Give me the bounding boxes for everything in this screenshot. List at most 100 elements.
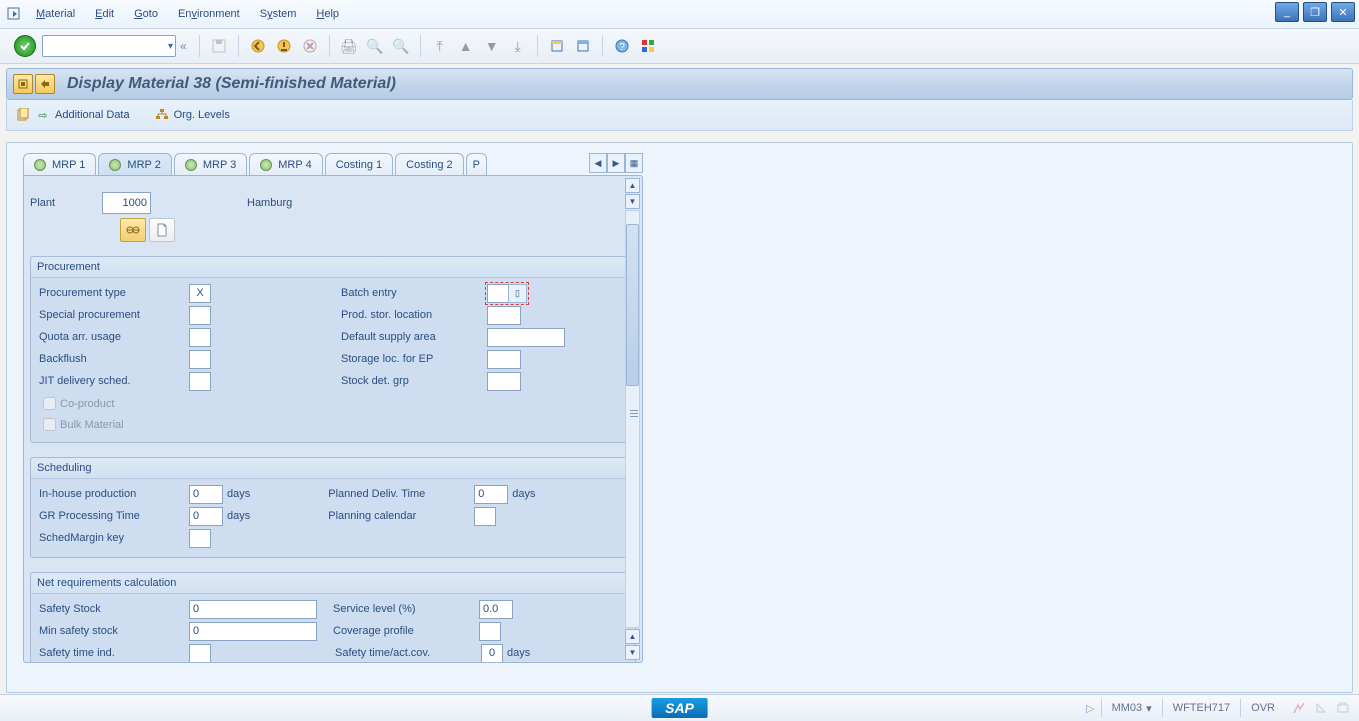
special-procurement-input[interactable] [189, 306, 211, 325]
title-btn-1[interactable] [13, 74, 33, 94]
tab-mrp1[interactable]: MRP 1 [23, 153, 96, 175]
arrow-right-icon[interactable]: ⇨ [35, 107, 51, 123]
scroll-down-button-2[interactable]: ▼ [625, 645, 640, 660]
new-session-icon[interactable] [546, 35, 568, 57]
service-level-input[interactable] [479, 600, 513, 619]
application-toolbar: ⇨ Additional Data Org. Levels [6, 100, 1353, 131]
unit-label: days [227, 510, 250, 522]
svg-text:?: ? [619, 42, 625, 53]
field-label: Batch entry [341, 287, 487, 299]
schedmargin-key-input[interactable] [189, 529, 211, 548]
splitter-grip-icon[interactable] [627, 406, 640, 420]
stock-det-grp-input[interactable] [487, 372, 521, 391]
field-label: In-house production [39, 488, 189, 500]
window-restore-button[interactable]: ❐ [1303, 2, 1327, 22]
field-label: Stock det. grp [341, 375, 487, 387]
find-next-icon[interactable]: 🔍 [390, 35, 412, 57]
find-icon[interactable]: 🔍 [364, 35, 386, 57]
group-procurement: Procurement Procurement type Batch entry… [30, 256, 636, 443]
field-label: SchedMargin key [39, 532, 189, 544]
safety-time-act-cov-input[interactable] [481, 644, 503, 663]
enter-button[interactable] [14, 35, 36, 57]
jit-delivery-sched-input[interactable] [189, 372, 211, 391]
window-minimize-button[interactable]: _ [1275, 2, 1299, 22]
batch-entry-input[interactable] [487, 284, 509, 303]
shortcut-icon[interactable] [572, 35, 594, 57]
help-icon[interactable]: ? [611, 35, 633, 57]
menu-goto[interactable]: Goto [130, 6, 162, 22]
scrollbar-thumb[interactable] [626, 224, 639, 386]
tab-mrp2[interactable]: MRP 2 [98, 153, 171, 175]
first-page-icon[interactable]: ⤒ [429, 35, 451, 57]
last-page-icon[interactable]: ⤓ [507, 35, 529, 57]
menu-material[interactable]: Material [32, 6, 79, 22]
scroll-up-button-2[interactable]: ▼ [625, 194, 640, 209]
default-supply-area-input[interactable] [487, 328, 565, 347]
prev-page-icon[interactable]: ▲ [455, 35, 477, 57]
procurement-type-input[interactable] [189, 284, 211, 303]
page-title: Display Material 38 (Semi-finished Mater… [67, 75, 396, 93]
safety-time-ind-input[interactable] [189, 644, 211, 663]
status-expand-icon[interactable]: ▷ [1086, 702, 1094, 715]
cancel-icon[interactable] [299, 35, 321, 57]
title-btn-2[interactable] [35, 74, 55, 94]
status-icon-2[interactable] [1313, 700, 1329, 716]
tab-list-button[interactable]: ▦ [625, 153, 643, 173]
status-bar: SAP ▷ MM03▾ WFTEH717 OVR [0, 694, 1359, 721]
display-details-button[interactable] [120, 218, 146, 242]
window-close-button[interactable]: ✕ [1331, 2, 1355, 22]
checkbox-label: Co-product [60, 398, 114, 410]
planned-deliv-time-input[interactable] [474, 485, 508, 504]
menu-help[interactable]: Help [312, 6, 343, 22]
inhouse-production-input[interactable] [189, 485, 223, 504]
tab-mrp3[interactable]: MRP 3 [174, 153, 247, 175]
next-page-icon[interactable]: ▼ [481, 35, 503, 57]
tab-more[interactable]: P [466, 153, 487, 175]
f4-help-button[interactable]: ▯ [508, 284, 527, 303]
prod-stor-location-input[interactable] [487, 306, 521, 325]
app-menu-icon[interactable] [6, 5, 24, 23]
gr-processing-time-input[interactable] [189, 507, 223, 526]
safety-stock-input[interactable] [189, 600, 317, 619]
print-icon[interactable]: 🖨 [338, 35, 360, 57]
quota-arr-usage-input[interactable] [189, 328, 211, 347]
save-icon[interactable] [208, 35, 230, 57]
collapse-toolbar-icon[interactable]: « [180, 39, 187, 53]
menu-environment[interactable]: Environment [174, 6, 244, 22]
menu-edit[interactable]: Edit [91, 6, 118, 22]
command-field[interactable] [42, 35, 176, 57]
content-area: MRP 1 MRP 2 MRP 3 MRP 4 Costing 1 Costin… [6, 142, 1353, 693]
exit-icon[interactable] [273, 35, 295, 57]
org-levels-button[interactable]: Org. Levels [174, 109, 230, 121]
copy-material-icon[interactable] [15, 107, 31, 123]
additional-data-button[interactable]: Additional Data [55, 109, 130, 121]
menu-system[interactable]: System [256, 6, 301, 22]
backflush-input[interactable] [189, 350, 211, 369]
plant-label: Plant [30, 197, 102, 209]
group-title: Scheduling [31, 458, 635, 479]
tab-scroll-left-button[interactable]: ◀ [589, 153, 607, 173]
tab-costing2[interactable]: Costing 2 [395, 153, 463, 175]
coverage-profile-input[interactable] [479, 622, 501, 641]
planning-calendar-input[interactable] [474, 507, 496, 526]
tab-mrp4[interactable]: MRP 4 [249, 153, 322, 175]
field-label: Safety time/act.cov. [335, 647, 481, 659]
plant-input[interactable] [102, 192, 151, 214]
layout-icon[interactable] [637, 35, 659, 57]
back-icon[interactable] [247, 35, 269, 57]
field-label: Procurement type [39, 287, 189, 299]
tab-costing1[interactable]: Costing 1 [325, 153, 393, 175]
unit-label: days [512, 488, 535, 500]
document-button[interactable] [149, 218, 175, 242]
status-tcode: MM03▾ [1101, 699, 1162, 717]
field-label: Service level (%) [333, 603, 479, 615]
storage-loc-ep-input[interactable] [487, 350, 521, 369]
tab-status-icon [34, 159, 46, 171]
status-icon-1[interactable] [1291, 700, 1307, 716]
min-safety-stock-input[interactable] [189, 622, 317, 641]
status-icon-3[interactable] [1335, 700, 1351, 716]
tab-scroll-right-button[interactable]: ▶ [607, 153, 625, 173]
scroll-down-button[interactable]: ▲ [625, 629, 640, 644]
scroll-up-button[interactable]: ▲ [625, 178, 640, 193]
org-levels-icon[interactable] [154, 107, 170, 123]
